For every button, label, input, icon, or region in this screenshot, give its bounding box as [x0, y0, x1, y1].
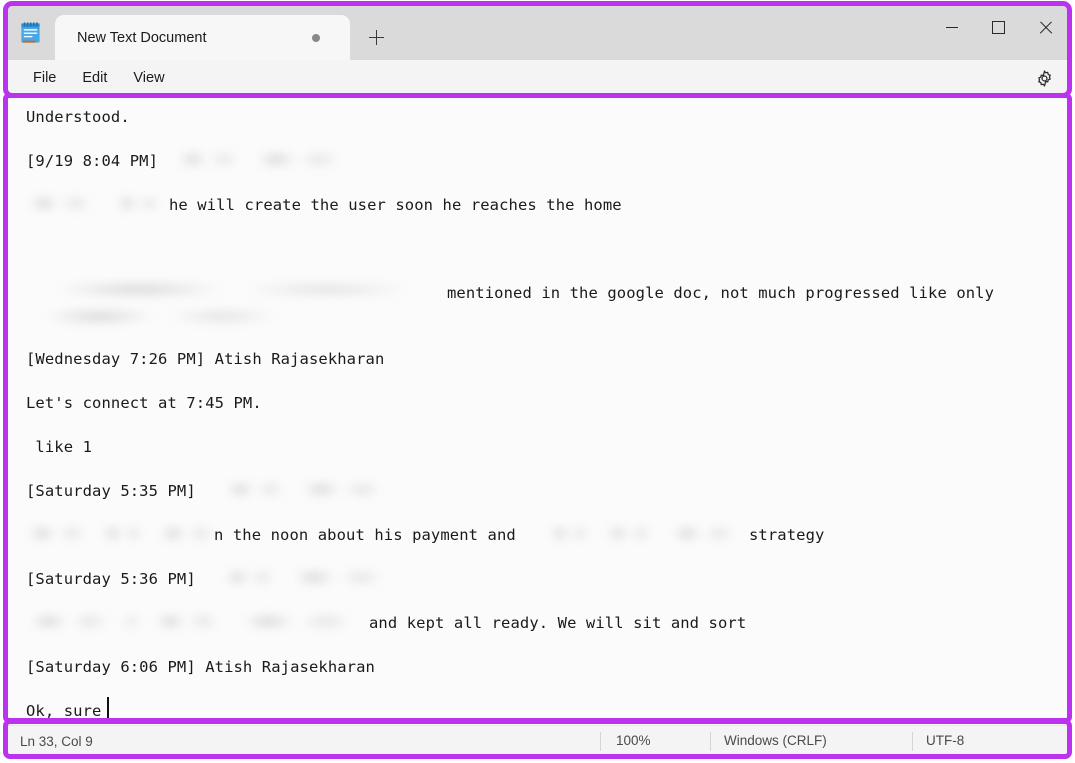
document-line: [Saturday 5:36 PM]: [26, 569, 205, 589]
redacted-text: [604, 520, 654, 546]
redacted-text: [114, 190, 162, 216]
tab-title: New Text Document: [77, 30, 312, 46]
text-editor-area[interactable]: Understood. [9/19 8:04 PM] he will create…: [6, 96, 1069, 725]
document-line: [Wednesday 7:26 PM] Atish Rajasekharan: [26, 349, 384, 369]
document-line: [Saturday 6:06 PM] Atish Rajasekharan: [26, 657, 375, 677]
redacted-text: [24, 303, 298, 329]
close-button[interactable]: [1022, 4, 1069, 51]
document-line: Ok, sure: [26, 701, 101, 721]
redacted-text: [150, 608, 224, 634]
encoding[interactable]: UTF-8: [926, 733, 964, 748]
redacted-text: [548, 520, 592, 546]
gear-icon: [1035, 69, 1054, 88]
redacted-text: [234, 608, 360, 634]
new-tab-button[interactable]: [354, 15, 398, 60]
document-line: [9/19 8:04 PM]: [26, 151, 167, 171]
redacted-text: [174, 146, 242, 172]
redacted-text: [100, 520, 146, 546]
document-line: [Saturday 5:35 PM]: [26, 481, 205, 501]
tab-new-text-document[interactable]: New Text Document: [55, 15, 350, 60]
maximize-button[interactable]: [975, 4, 1022, 51]
redacted-text: [124, 608, 140, 634]
menu-item-edit[interactable]: Edit: [69, 66, 120, 90]
close-icon: [1039, 21, 1053, 35]
redacted-text: [24, 276, 442, 302]
title-bar: New Text Document: [6, 4, 1069, 60]
redacted-text: [296, 476, 388, 502]
zoom-level[interactable]: 100%: [616, 733, 651, 748]
line-ending[interactable]: Windows (CRLF): [724, 733, 827, 748]
status-separator: [600, 732, 601, 751]
document-line: n the noon about his payment and: [214, 525, 516, 545]
document-line: Understood.: [26, 107, 130, 127]
menu-item-view[interactable]: View: [120, 66, 177, 90]
window-controls: [928, 4, 1069, 51]
document-line: like 1: [26, 437, 92, 457]
text-caret: [107, 697, 109, 721]
tab-strip: New Text Document: [55, 4, 398, 60]
document-text[interactable]: Understood. [9/19 8:04 PM] he will create…: [6, 96, 1069, 725]
redacted-text: [222, 564, 278, 590]
menu-item-file[interactable]: File: [20, 66, 69, 90]
redacted-text: [156, 520, 218, 546]
notepad-window: New Text Document File Edit View: [6, 4, 1069, 756]
document-line: and kept all ready. We will sit and sort: [369, 613, 746, 633]
plus-icon: [369, 30, 384, 45]
redacted-text: [24, 608, 114, 634]
status-separator: [912, 732, 913, 751]
minimize-button[interactable]: [928, 4, 975, 51]
document-line: strategy: [749, 525, 824, 545]
redacted-text: [668, 520, 738, 546]
cursor-position: Ln 33, Col 9: [20, 734, 93, 749]
document-line: mentioned in the google doc, not much pr…: [447, 283, 994, 303]
notepad-icon: [19, 21, 42, 45]
settings-button[interactable]: [1031, 65, 1057, 91]
redacted-text: [24, 190, 96, 216]
minimize-icon: [946, 27, 958, 28]
tab-modified-indicator: [312, 34, 320, 42]
redacted-text: [24, 520, 90, 546]
redacted-text: [286, 564, 390, 590]
maximize-icon: [992, 21, 1005, 34]
document-line: Let's connect at 7:45 PM.: [26, 393, 262, 413]
status-separator: [710, 732, 711, 751]
status-bar: Ln 33, Col 9 100% Windows (CRLF) UTF-8: [6, 725, 1069, 756]
redacted-text: [250, 146, 346, 172]
document-line: he will create the user soon he reaches …: [169, 195, 622, 215]
menu-bar: File Edit View: [6, 60, 1069, 96]
redacted-text: [222, 476, 288, 502]
